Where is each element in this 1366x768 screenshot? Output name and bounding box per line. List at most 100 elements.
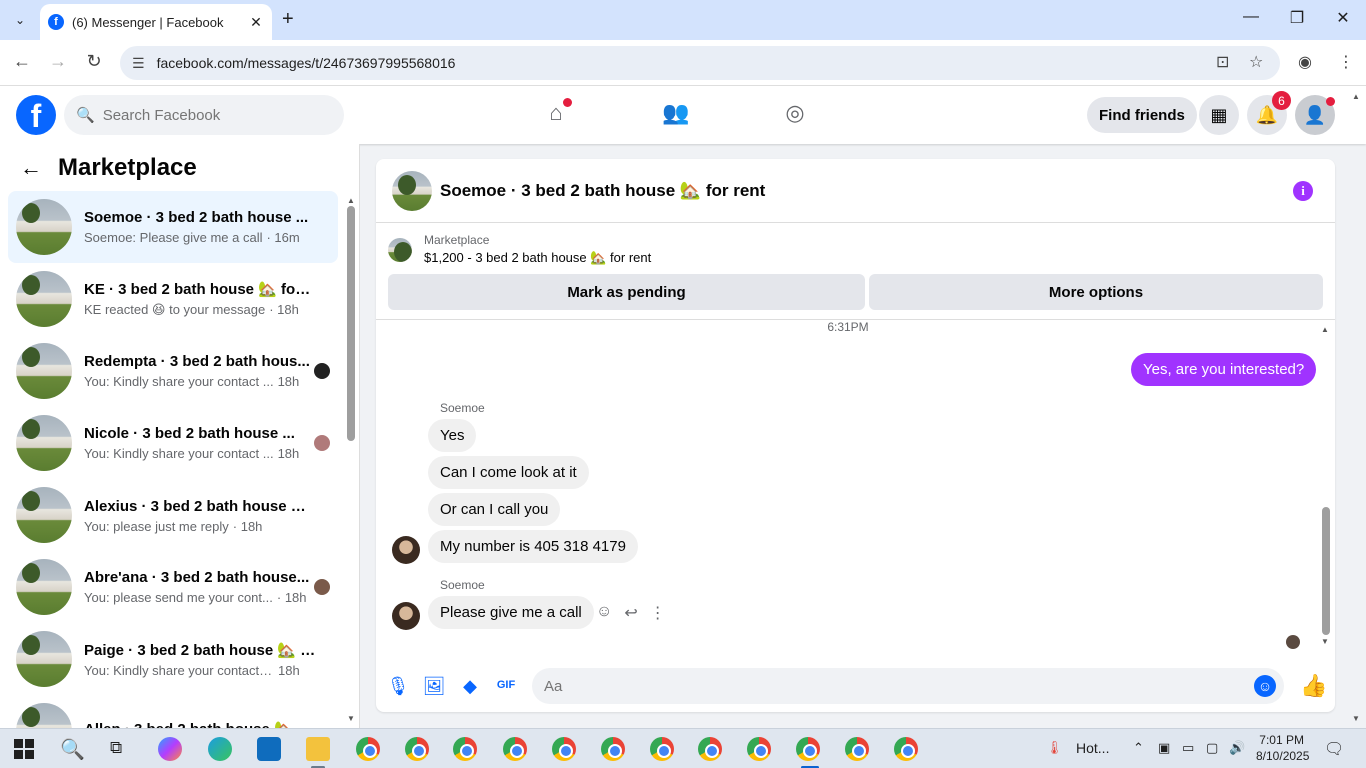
panel-header: ← Marketplace — [0, 144, 359, 192]
mark-as-pending-button[interactable]: Mark as pending — [388, 274, 865, 310]
profile-icon[interactable]: ◉ — [1298, 52, 1312, 72]
chrome-icon[interactable] — [601, 737, 625, 761]
conversation-item[interactable]: Paige · 3 bed 2 bath house 🏡 fo... You: … — [8, 623, 338, 695]
gif-icon[interactable]: GIF — [494, 679, 518, 691]
microphone-icon[interactable]: 🎙 — [386, 676, 410, 697]
scroll-down-arrow-icon[interactable]: ▼ — [1321, 637, 1329, 646]
conversation-item[interactable]: Alexius · 3 bed 2 bath house 🏡 ... You: … — [8, 479, 338, 551]
conversation-item[interactable]: Allen · 3 bed 2 bath house 🏡 fo... — [8, 695, 338, 728]
marketplace-listing-card[interactable]: Marketplace $1,200 - 3 bed 2 bath house … — [388, 233, 651, 266]
chrome-icon[interactable] — [650, 737, 674, 761]
panel-title: Marketplace — [58, 154, 197, 181]
tab-close-icon[interactable]: ✕ — [248, 14, 264, 31]
incoming-message[interactable]: My number is 405 318 4179 — [428, 530, 638, 563]
chrome-icon[interactable] — [845, 737, 869, 761]
restore-icon[interactable]: ❐ — [1274, 8, 1320, 28]
account-avatar[interactable]: 👤 — [1295, 95, 1335, 135]
scroll-down-arrow-icon[interactable]: ▼ — [347, 714, 355, 723]
scroll-up-arrow-icon[interactable]: ▲ — [1321, 325, 1329, 334]
outlook-icon[interactable] — [257, 737, 281, 761]
incoming-message[interactable]: Please give me a call — [428, 596, 594, 629]
tab-search-dropdown-icon[interactable]: ⌄ — [8, 8, 32, 32]
message-input-box[interactable]: ☺ — [532, 668, 1284, 704]
chrome-icon[interactable] — [356, 737, 380, 761]
weather-icon[interactable]: 🌡 — [1046, 740, 1063, 756]
search-input[interactable] — [102, 106, 323, 124]
browser-tab-strip: ⌄ f (6) Messenger | Facebook ✕ + — ❐ ✕ — [0, 0, 1366, 40]
page-scroll-up-icon[interactable]: ▲ — [1352, 92, 1360, 101]
more-options-button[interactable]: More options — [869, 274, 1323, 310]
info-icon[interactable]: i — [1293, 181, 1313, 201]
window-close-icon[interactable]: ✕ — [1320, 8, 1366, 28]
reload-icon[interactable]: ↻ — [82, 51, 106, 72]
start-windows-icon[interactable] — [14, 739, 34, 759]
conversation-item[interactable]: Soemoe · 3 bed 2 bath house ... Soemoe: … — [8, 191, 338, 263]
sender-avatar[interactable] — [392, 602, 420, 630]
meet-icon[interactable]: ▣ — [1158, 740, 1170, 756]
forward-arrow-icon[interactable]: → — [46, 51, 70, 72]
incoming-message[interactable]: Yes — [428, 419, 477, 452]
system-clock[interactable]: 7:01 PM 8/10/2025 — [1256, 732, 1309, 764]
chrome-icon[interactable] — [405, 737, 429, 761]
chrome-icon[interactable] — [453, 737, 477, 761]
minimize-icon[interactable]: — — [1228, 8, 1274, 26]
edge-icon[interactable] — [208, 737, 232, 761]
chat-title[interactable]: Soemoe · 3 bed 2 bath house 🏡 for rent — [440, 181, 765, 201]
emoji-icon[interactable]: ☺ — [1254, 675, 1276, 697]
react-emoji-icon[interactable]: ☺ — [596, 603, 612, 623]
weather-text[interactable]: Hot... — [1076, 740, 1109, 756]
conversation-time: · 18h — [232, 518, 263, 534]
conversation-item[interactable]: Nicole · 3 bed 2 bath house ... You: Kin… — [8, 407, 338, 479]
outgoing-message[interactable]: Yes, are you interested? — [1131, 353, 1317, 386]
browser-menu-icon[interactable]: ⋮ — [1338, 52, 1354, 72]
listing-thumbnail[interactable] — [392, 170, 432, 211]
page-scroll-down-icon[interactable]: ▼ — [1352, 714, 1360, 723]
conversation-item[interactable]: Abre'ana · 3 bed 2 bath house... You: pl… — [8, 551, 338, 623]
file-explorer-icon[interactable] — [306, 737, 330, 761]
thumbs-up-icon[interactable]: 👍 — [1300, 673, 1327, 699]
chrome-icon[interactable] — [747, 737, 771, 761]
conversation-list-scrollbar[interactable] — [347, 206, 355, 441]
sender-avatar[interactable] — [392, 536, 420, 564]
network-icon[interactable]: ▭ — [1182, 740, 1194, 756]
conversation-item[interactable]: Redempta · 3 bed 2 bath hous... You: Kin… — [8, 335, 338, 407]
chrome-icon[interactable] — [552, 737, 576, 761]
groups-icon[interactable]: ◎ — [780, 100, 810, 130]
notifications-bell-icon[interactable]: 🔔 6 — [1247, 91, 1291, 135]
chrome-icon[interactable] — [698, 737, 722, 761]
message-input[interactable] — [544, 677, 1244, 695]
tray-overflow-icon[interactable]: ⌃ — [1133, 740, 1144, 756]
incoming-message[interactable]: Or can I call you — [428, 493, 561, 526]
back-arrow-icon[interactable]: ← — [20, 155, 42, 181]
browser-tab-messenger[interactable]: f (6) Messenger | Facebook ✕ — [40, 4, 272, 40]
menu-grid-icon[interactable]: ▦ — [1199, 95, 1239, 135]
chrome-icon[interactable] — [796, 737, 820, 761]
photo-icon[interactable]: 🖼 — [422, 676, 446, 697]
more-dots-icon[interactable]: ⋮ — [650, 603, 666, 623]
chrome-icon[interactable] — [894, 737, 918, 761]
friends-icon[interactable]: 👥 — [661, 100, 691, 130]
conversation-item[interactable]: KE · 3 bed 2 bath house 🏡 for r... KE re… — [8, 263, 338, 335]
home-icon[interactable]: ⌂ — [541, 98, 572, 130]
back-arrow-icon[interactable]: ← — [10, 51, 34, 72]
display-icon[interactable]: ▢ — [1206, 740, 1218, 756]
install-app-icon[interactable]: ⊡ — [1216, 52, 1229, 72]
scroll-up-arrow-icon[interactable]: ▲ — [347, 196, 355, 205]
find-friends-button[interactable]: Find friends — [1087, 97, 1197, 133]
chat-scrollbar[interactable] — [1322, 507, 1330, 635]
facebook-logo-icon[interactable]: f — [16, 95, 56, 135]
address-bar[interactable]: ☰ facebook.com/messages/t/24673697995568… — [120, 46, 1280, 80]
taskbar-search-icon[interactable]: 🔍 — [60, 737, 85, 762]
task-view-icon[interactable]: ⧉ — [110, 738, 122, 758]
search-bar[interactable]: 🔍 — [64, 95, 344, 135]
site-info-icon[interactable]: ☰ — [132, 55, 145, 72]
sticker-icon[interactable]: ◆ — [458, 676, 482, 697]
bookmark-star-icon[interactable]: ☆ — [1249, 52, 1263, 72]
notification-center-icon[interactable]: 🗨 — [1324, 739, 1344, 759]
reply-icon[interactable]: ↩ — [624, 603, 637, 623]
new-tab-icon[interactable]: + — [282, 8, 294, 31]
volume-icon[interactable]: 🔊 — [1229, 740, 1245, 756]
copilot-icon[interactable] — [158, 737, 182, 761]
incoming-message[interactable]: Can I come look at it — [428, 456, 589, 489]
chrome-icon[interactable] — [503, 737, 527, 761]
